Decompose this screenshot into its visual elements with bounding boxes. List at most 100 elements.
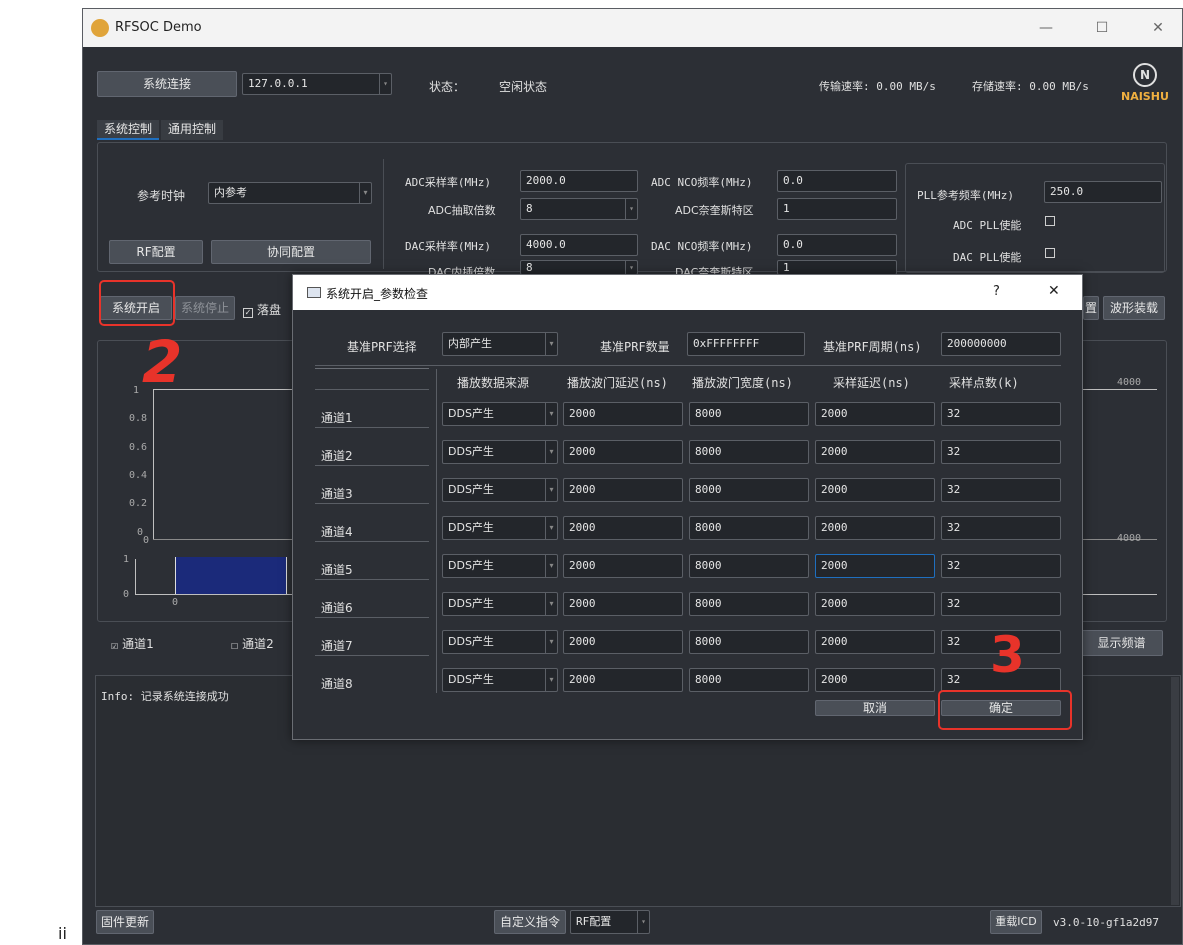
sample-delay-input[interactable]: 2000: [815, 630, 935, 654]
close-button[interactable]: ✕: [1135, 9, 1181, 47]
sample-delay-input[interactable]: 2000: [815, 592, 935, 616]
points-input[interactable]: 32: [941, 592, 1061, 616]
rf-select-combo[interactable]: RF配置 ▾: [570, 910, 650, 934]
source-combo[interactable]: DDS产生 ▾: [442, 478, 558, 502]
play-delay-input[interactable]: 2000: [563, 630, 683, 654]
window-title: RFSOC Demo: [115, 20, 202, 35]
channel-label: 通道3: [321, 487, 353, 501]
pll-ref-input[interactable]: 250.0: [1044, 181, 1162, 203]
minimize-button[interactable]: —: [1023, 9, 1069, 47]
sample-delay-input[interactable]: 2000: [815, 516, 935, 540]
source-value: DDS产生: [448, 635, 494, 648]
ref-clock-value: 内参考: [214, 186, 247, 199]
prf-count-label: 基准PRF数量: [600, 340, 670, 354]
dac-interp-value: 8: [526, 261, 533, 274]
sample-delay-input[interactable]: 2000: [815, 478, 935, 502]
prf-select-combo[interactable]: 内部产生 ▾: [442, 332, 558, 356]
source-combo[interactable]: DDS产生 ▾: [442, 440, 558, 464]
dac-nco-input[interactable]: 0.0: [777, 234, 897, 256]
connect-button[interactable]: 系统连接: [97, 71, 237, 97]
adc-nco-label: ADC NCO频率(MHz): [651, 176, 753, 189]
play-delay-input[interactable]: 2000: [563, 668, 683, 692]
sync-config-button[interactable]: 协同配置: [211, 240, 371, 264]
play-width-input[interactable]: 8000: [689, 440, 809, 464]
firmware-update-button[interactable]: 固件更新: [96, 910, 154, 934]
sample-delay-input[interactable]: 2000: [815, 402, 935, 426]
play-delay-input[interactable]: 2000: [563, 592, 683, 616]
dac-interp-combo[interactable]: 8 ▾: [520, 260, 638, 275]
ref-clock-combo[interactable]: 内参考 ▾: [208, 182, 372, 204]
play-delay-input[interactable]: 2000: [563, 516, 683, 540]
dac-nyq-input[interactable]: 1: [777, 260, 897, 275]
col-header-source: 播放数据来源: [457, 376, 530, 390]
reload-icd-button[interactable]: 重载ICD: [990, 910, 1042, 934]
prf-count-input[interactable]: 0xFFFFFFFF: [687, 332, 805, 356]
adc-decim-combo[interactable]: 8 ▾: [520, 198, 638, 220]
config-button-cut[interactable]: 置: [1083, 296, 1099, 320]
row-separator: [315, 389, 429, 390]
sample-delay-input[interactable]: 2000: [815, 440, 935, 464]
play-delay-input[interactable]: 2000: [563, 440, 683, 464]
adc-nco-input[interactable]: 0.0: [777, 170, 897, 192]
source-combo[interactable]: DDS产生 ▾: [442, 668, 558, 692]
adc-pll-label: ADC PLL使能: [953, 219, 1022, 232]
cancel-button[interactable]: 取消: [815, 700, 935, 716]
adc-pll-checkbox[interactable]: [1045, 216, 1055, 226]
maximize-button[interactable]: ☐: [1079, 9, 1125, 47]
x-tick-right: 4000: [1117, 533, 1142, 544]
channel1-check[interactable]: ☑ 通道1: [111, 635, 154, 653]
show-spectrum-button[interactable]: 显示频谱: [1080, 630, 1163, 656]
play-width-input[interactable]: 8000: [689, 478, 809, 502]
col-header-points: 采样点数(k): [949, 376, 1019, 390]
dialog-close-button[interactable]: ✕: [1048, 283, 1060, 299]
source-combo[interactable]: DDS产生 ▾: [442, 516, 558, 540]
tab-system-control[interactable]: 系统控制: [97, 120, 159, 140]
dac-pll-checkbox[interactable]: [1045, 248, 1055, 258]
play-width-input[interactable]: 8000: [689, 630, 809, 654]
source-value: DDS产生: [448, 597, 494, 610]
play-width-input[interactable]: 8000: [689, 592, 809, 616]
points-input[interactable]: 32: [941, 478, 1061, 502]
play-width-input[interactable]: 8000: [689, 516, 809, 540]
log-scrollbar[interactable]: [1171, 677, 1179, 905]
play-delay-input[interactable]: 2000: [563, 478, 683, 502]
source-combo[interactable]: DDS产生 ▾: [442, 402, 558, 426]
channel-label: 通道2: [321, 449, 353, 463]
save-checkbox[interactable]: ✓ 落盘: [243, 301, 281, 318]
source-combo[interactable]: DDS产生 ▾: [442, 554, 558, 578]
channel2-check[interactable]: ☐ 通道2: [231, 635, 274, 653]
y-tick: 0.6: [129, 442, 148, 453]
adc-sample-rate-input[interactable]: 2000.0: [520, 170, 638, 192]
source-combo[interactable]: DDS产生 ▾: [442, 592, 558, 616]
ip-combo[interactable]: 127.0.0.1 ▾: [242, 73, 392, 95]
help-button[interactable]: ?: [993, 284, 1000, 299]
source-combo[interactable]: DDS产生 ▾: [442, 630, 558, 654]
sample-delay-input[interactable]: 2000: [815, 668, 935, 692]
play-width-input[interactable]: 8000: [689, 402, 809, 426]
prf-select-value: 内部产生: [448, 337, 492, 350]
chevron-down-icon: ▾: [379, 74, 391, 94]
y-tick: 0.4: [129, 470, 148, 481]
x-tick-right-top: 4000: [1117, 377, 1142, 388]
play-width-input[interactable]: 8000: [689, 668, 809, 692]
rf-config-button[interactable]: RF配置: [109, 240, 203, 264]
prf-period-input[interactable]: 200000000: [941, 332, 1061, 356]
plot-bar: [175, 557, 287, 594]
dac-sample-rate-input[interactable]: 4000.0: [520, 234, 638, 256]
play-delay-input[interactable]: 2000: [563, 554, 683, 578]
row-separator: [315, 541, 429, 542]
points-input[interactable]: 32: [941, 402, 1061, 426]
sample-delay-input[interactable]: 2000: [815, 554, 935, 578]
play-delay-input[interactable]: 2000: [563, 402, 683, 426]
custom-command-button[interactable]: 自定义指令: [494, 910, 566, 934]
source-value: DDS产生: [448, 483, 494, 496]
points-input[interactable]: 32: [941, 554, 1061, 578]
system-stop-button[interactable]: 系统停止: [175, 296, 235, 320]
points-input[interactable]: 32: [941, 516, 1061, 540]
adc-nyq-input[interactable]: 1: [777, 198, 897, 220]
play-width-input[interactable]: 8000: [689, 554, 809, 578]
chevron-down-icon: ▾: [545, 631, 557, 653]
points-input[interactable]: 32: [941, 440, 1061, 464]
waveform-load-button[interactable]: 波形装载: [1103, 296, 1165, 320]
tab-general-control[interactable]: 通用控制: [161, 120, 223, 140]
